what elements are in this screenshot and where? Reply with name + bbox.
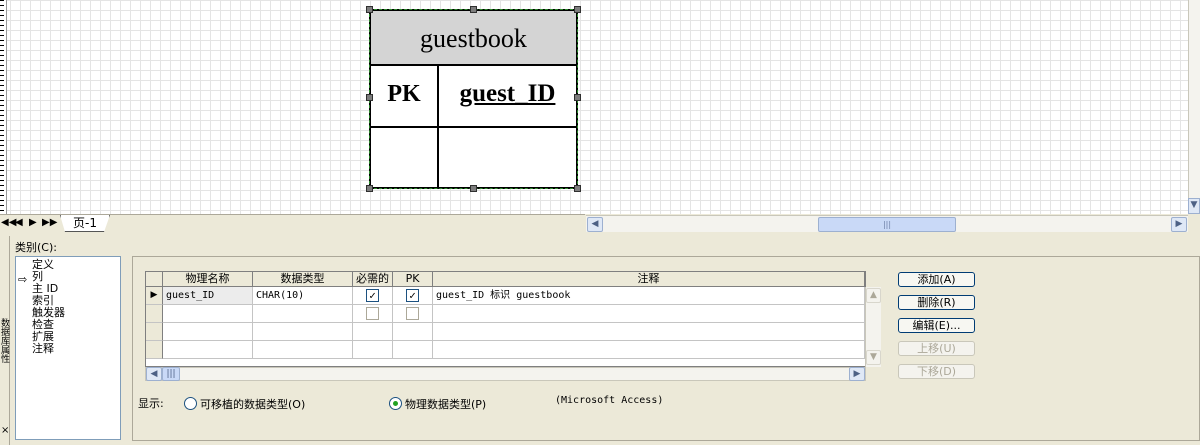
cell-blank[interactable] [393,323,433,341]
column-header-comment[interactable]: 注释 [433,272,865,287]
cell-blank[interactable] [353,341,393,359]
pk-checkbox-empty[interactable] [406,307,419,320]
radio-selected-dot [393,401,398,406]
row-selector[interactable] [146,323,163,341]
entity-primary-key-field[interactable]: guest_ID [439,66,576,128]
canvas-horizontal-scrollbar[interactable]: ◀ ||| ▶ [586,215,1188,232]
cell-data-type[interactable]: CHAR(10) [253,287,353,305]
cell-blank[interactable] [393,341,433,359]
add-button[interactable]: 添加(A) [898,272,975,287]
row-selector-current-icon[interactable]: ▶ [146,287,163,305]
scrollbar-thumb[interactable]: ||| [162,367,180,381]
cell-blank[interactable] [163,341,253,359]
cell-comment-empty[interactable] [433,305,865,323]
scroll-down-arrow-icon[interactable]: ▼ [866,350,881,365]
drawing-canvas[interactable] [0,0,1188,214]
grid-vertical-scrollbar[interactable]: ▲ ▼ [865,287,881,367]
canvas-vertical-scrollbar[interactable] [1188,0,1200,214]
resize-handle-nw[interactable] [366,6,373,13]
vertical-ruler [0,0,7,214]
cell-physical-name-empty[interactable] [163,305,253,323]
grid-horizontal-scrollbar[interactable]: ◀ ||| ▶ [145,367,866,381]
resize-handle-sw[interactable] [366,185,373,192]
cell-pk[interactable]: ✓ [393,287,433,305]
entity-attribute-cell[interactable] [439,128,576,187]
column-header-data-type[interactable]: 数据类型 [253,272,353,287]
next-page-icon[interactable]: ▶ [29,217,37,228]
row-selector[interactable] [146,341,163,359]
cell-pk-empty[interactable] [393,305,433,323]
properties-window-title-strip: 数据库属性 [0,236,10,445]
cell-blank[interactable] [433,323,865,341]
required-checkbox-empty[interactable] [366,307,379,320]
cell-required-empty[interactable] [353,305,393,323]
selected-arrow-icon: ⇨ [18,273,28,286]
cell-blank[interactable] [253,323,353,341]
resize-handle-w[interactable] [366,94,373,101]
entity-attribute-marker-cell[interactable] [371,128,439,187]
page-tab-bar: ◀◀ ◀ ▶ ▶▶ 页-1 [0,214,585,232]
grid-corner-header [146,272,163,287]
resize-handle-e[interactable] [574,94,581,101]
scroll-right-arrow-icon[interactable]: ▶ [1171,217,1187,232]
scroll-right-arrow-icon[interactable]: ▶ [849,367,865,381]
portable-types-label[interactable]: 可移植的数据类型(O) [200,396,305,412]
delete-button[interactable]: 删除(R) [898,295,975,310]
cell-data-type-empty[interactable] [253,305,353,323]
scroll-left-arrow-icon[interactable]: ◀ [146,367,162,381]
resize-handle-s[interactable] [470,185,477,192]
close-icon[interactable]: × [1,425,9,436]
cell-comment[interactable]: guest_ID 标识 guestbook [433,287,865,305]
scroll-up-arrow-icon[interactable]: ▲ [866,288,881,303]
columns-grid[interactable]: 物理名称 数据类型 必需的 PK 注释 ▶ guest_ID CHAR(10) … [145,271,866,367]
cell-blank[interactable] [433,341,865,359]
physical-types-label[interactable]: 物理数据类型(P) [405,396,486,412]
move-down-button[interactable]: 下移(D) [898,364,975,379]
resize-handle-n[interactable] [470,6,477,13]
database-name-label: (Microsoft Access) [555,395,664,406]
prev-page-icon[interactable]: ◀ [15,217,23,228]
cell-required[interactable]: ✓ [353,287,393,305]
cell-blank[interactable] [253,341,353,359]
resize-handle-ne[interactable] [574,6,581,13]
cell-blank[interactable] [163,323,253,341]
move-up-button[interactable]: 上移(U) [898,341,975,356]
entity-shape-guestbook[interactable]: guestbook PK guest_ID [369,9,578,189]
last-page-icon[interactable]: ▶▶ [42,217,57,228]
physical-types-radio[interactable] [389,397,402,410]
column-header-required[interactable]: 必需的 [353,272,393,287]
scroll-left-arrow-icon[interactable]: ◀ [587,217,603,232]
scroll-down-arrow-icon[interactable]: ▼ [1188,198,1200,214]
category-list[interactable]: ⇨ 定义 列 主 ID 索引 触发器 检查 扩展 注释 [15,256,121,440]
category-item-notes[interactable]: 注释 [32,343,54,355]
required-checkbox[interactable]: ✓ [366,289,379,302]
tab-page-1[interactable]: 页-1 [60,215,110,232]
cell-blank[interactable] [353,323,393,341]
category-label: 类别(C): [15,241,57,254]
entity-title[interactable]: guestbook [371,11,576,66]
cell-physical-name[interactable]: guest_ID [163,287,253,305]
row-selector[interactable] [146,305,163,323]
pk-checkbox[interactable]: ✓ [406,289,419,302]
scrollbar-thumb[interactable]: ||| [818,217,956,232]
column-header-pk[interactable]: PK [393,272,433,287]
entity-pk-label[interactable]: PK [371,66,439,128]
resize-handle-se[interactable] [574,185,581,192]
edit-button[interactable]: 编辑(E)... [898,318,975,333]
display-label: 显示: [138,397,164,410]
portable-types-radio[interactable] [184,397,197,410]
column-header-physical-name[interactable]: 物理名称 [163,272,253,287]
